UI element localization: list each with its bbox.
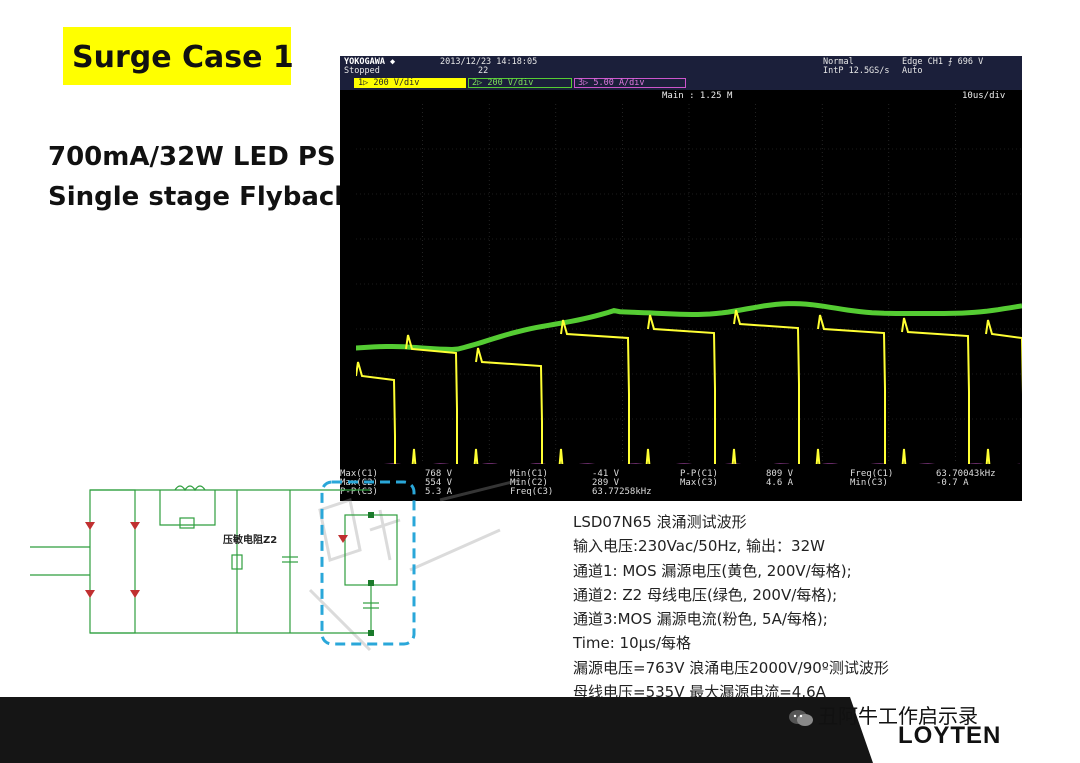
waveform-display: [356, 104, 1022, 464]
meas-value: -0.7 A: [936, 478, 969, 488]
circuit-schematic: 压敏电阻Z2: [30, 480, 416, 646]
scope-trigger-mode: Auto: [902, 66, 923, 76]
channel-1-label: 1▷ 200 V/div: [354, 78, 466, 88]
oscilloscope-screen: YOKOGAWA ◆ Stopped 2013/12/23 14:18:05 2…: [340, 56, 1022, 501]
slide-title: Surge Case 1: [72, 40, 294, 75]
note-line: 通道1: MOS 漏源电压(黄色, 200V/每格);: [573, 561, 852, 580]
note-line: 通道3:MOS 漏源电流(粉色, 5A/每格);: [573, 610, 828, 629]
channel-2-label: 2▷ 200 V/div: [468, 78, 572, 88]
meas-value: 4.6 A: [766, 478, 794, 488]
meas-label: Max(C3): [680, 478, 718, 488]
scope-info-bar: Main : 1.25 M 10us/div: [340, 90, 1022, 104]
meas-value: 63.77258kHz: [592, 487, 652, 497]
meas-label: Min(C3): [850, 478, 888, 488]
channel-3-label: 3▷ 5.00 A/div: [574, 78, 686, 88]
wechat-icon: [789, 709, 813, 726]
note-line: LSD07N65 浪涌测试波形: [573, 513, 747, 531]
scope-datetime: 2013/12/23 14:18:05: [440, 57, 538, 67]
scope-status: Stopped: [344, 66, 380, 76]
test-notes: LSD07N65 浪涌测试波形输入电压:230Vac/50Hz, 输出：32W 通…: [573, 510, 889, 704]
note-line: 输入电压:230Vac/50Hz, 输出：32W: [573, 537, 825, 556]
note-line: 通道2: Z2 母线电压(绿色, 200V/每格);: [573, 585, 838, 604]
brand-logo: LOYTEN: [898, 722, 1002, 749]
subtitle-line-1: 700mA/32W LED PS: [48, 142, 336, 172]
main-record-length: Main : 1.25 M: [662, 91, 733, 101]
varistor-label: 压敏电阻Z2: [223, 533, 277, 546]
subtitle-line-2: Single stage Flyback: [48, 182, 352, 212]
scope-count: 22: [478, 66, 489, 76]
scope-header: YOKOGAWA ◆ Stopped 2013/12/23 14:18:05 2…: [340, 56, 1022, 90]
scope-sample: IntP 12.5GS/s: [823, 66, 890, 76]
note-line: 漏源电压=763V 浪涌电压2000V/90º测试波形: [573, 658, 889, 677]
timebase: 10us/div: [962, 91, 1006, 101]
note-line: Time: 10μs/每格: [573, 634, 692, 653]
